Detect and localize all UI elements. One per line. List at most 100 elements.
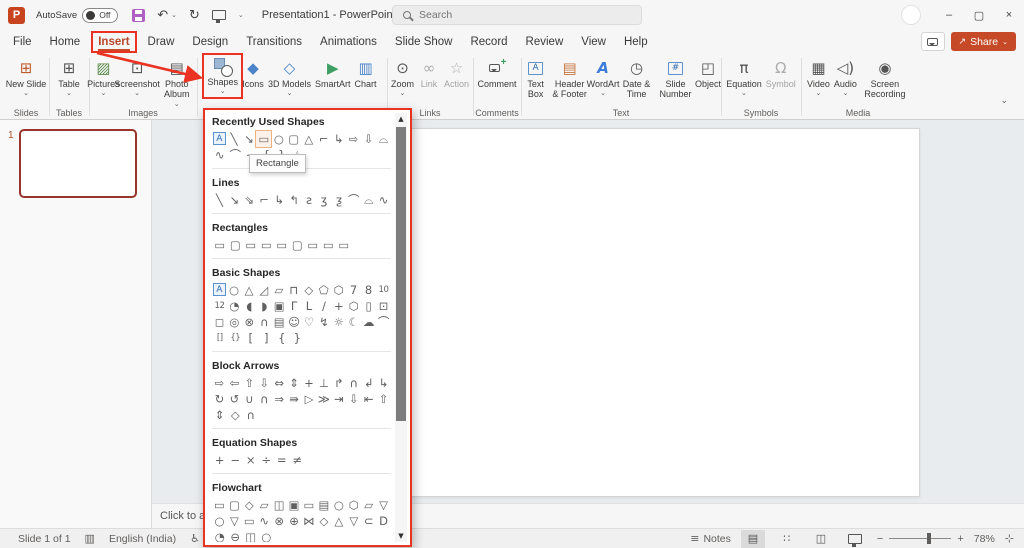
text-box-button[interactable]: AText Box: [522, 57, 549, 100]
minimize-button[interactable]: –: [934, 0, 964, 30]
shape-cell[interactable]: ⊂: [361, 513, 376, 529]
tab-animations[interactable]: Animations: [315, 33, 382, 51]
shape-cell[interactable]: ⊖: [228, 529, 244, 542]
icons-button[interactable]: ◆Icons: [241, 57, 265, 89]
scrollbar-thumb[interactable]: [396, 127, 406, 421]
shape-cell[interactable]: ☾: [346, 314, 361, 330]
search-input[interactable]: [419, 9, 619, 21]
shape-cell[interactable]: ▢: [290, 237, 306, 253]
shape-cell[interactable]: ⇨: [212, 375, 227, 391]
shape-cell[interactable]: ⇦: [227, 375, 242, 391]
shape-cell[interactable]: ○: [212, 513, 227, 529]
shape-cell[interactable]: A: [213, 132, 226, 145]
shape-cell[interactable]: ⬡: [346, 298, 361, 314]
zoom-slider[interactable]: − +: [877, 533, 964, 545]
shape-cell[interactable]: +: [212, 452, 228, 468]
shape-cell[interactable]: ▢: [228, 237, 244, 253]
shape-cell[interactable]: ▱: [257, 497, 272, 513]
shape-cell[interactable]: ↳: [376, 375, 391, 391]
shape-cell[interactable]: ⬡: [346, 497, 361, 513]
shape-cell[interactable]: Γ: [287, 298, 302, 314]
shape-cell[interactable]: ↺: [227, 391, 242, 407]
shape-cell[interactable]: ▢: [227, 497, 242, 513]
zoom-track[interactable]: [889, 538, 951, 539]
shape-cell[interactable]: L: [302, 298, 317, 314]
shape-cell[interactable]: ∿: [212, 147, 228, 163]
shape-cell[interactable]: ⇥: [331, 391, 346, 407]
tab-transitions[interactable]: Transitions: [241, 33, 307, 51]
share-button[interactable]: ↗ Share ⌄: [951, 32, 1016, 51]
shape-cell[interactable]: ⇛: [287, 391, 302, 407]
shape-cell[interactable]: ⊗: [242, 314, 257, 330]
shape-cell[interactable]: ≠: [290, 452, 306, 468]
shape-cell[interactable]: ▭: [256, 131, 271, 147]
shape-cell[interactable]: ▭: [259, 237, 275, 253]
zoom-level[interactable]: 78%: [974, 533, 995, 545]
shape-cell[interactable]: ◔: [212, 529, 228, 542]
shape-cell[interactable]: ▭: [212, 237, 228, 253]
zoom-button[interactable]: ⊙Zoom⌄: [390, 57, 415, 97]
shape-cell[interactable]: ⌒: [228, 147, 244, 163]
collapse-ribbon-icon[interactable]: ⌄: [1000, 96, 1008, 106]
shape-cell[interactable]: ▭: [242, 513, 257, 529]
shape-cell[interactable]: ◿: [256, 282, 271, 298]
shape-cell[interactable]: ▯: [361, 298, 376, 314]
redo-icon[interactable]: ↻: [189, 8, 200, 23]
shape-cell[interactable]: ▽: [227, 513, 242, 529]
fit-to-window-icon[interactable]: ⊹: [1005, 532, 1014, 545]
shape-cell[interactable]: ⋈: [302, 513, 317, 529]
shape-cell[interactable]: ◇: [242, 497, 257, 513]
shape-cell[interactable]: ⇘: [242, 192, 257, 208]
shape-cell[interactable]: 12: [212, 298, 227, 314]
close-button[interactable]: ×: [994, 0, 1024, 30]
shape-cell[interactable]: ⇧: [376, 391, 391, 407]
shape-cell[interactable]: ↲: [361, 375, 376, 391]
photo-album-button[interactable]: ▤Photo Album⌄: [157, 57, 196, 108]
video-button[interactable]: ▦Video⌄: [806, 57, 831, 97]
object-button[interactable]: ◰Object: [696, 57, 720, 89]
tab-view[interactable]: View: [576, 33, 611, 51]
audio-button[interactable]: ◁)Audio⌄: [833, 57, 858, 97]
shape-cell[interactable]: ⇕: [287, 375, 302, 391]
shape-cell[interactable]: A: [213, 283, 226, 296]
customize-toolbar-icon[interactable]: ⌄: [238, 11, 244, 19]
search-box[interactable]: [392, 5, 642, 25]
restore-button[interactable]: ▢: [964, 0, 994, 30]
slide-thumbnail[interactable]: [19, 129, 137, 198]
shape-cell[interactable]: △: [301, 131, 316, 147]
shape-cell[interactable]: ↰: [287, 192, 302, 208]
smartart-button[interactable]: ▶SmartArt: [314, 57, 352, 89]
shape-cell[interactable]: ◇: [301, 282, 316, 298]
display-settings-icon[interactable]: ▥: [85, 532, 95, 545]
tab-review[interactable]: Review: [521, 33, 569, 51]
slide-number-button[interactable]: #Slide Number: [657, 57, 694, 100]
shape-cell[interactable]: ∪: [242, 391, 257, 407]
scroll-down-icon[interactable]: ▼: [395, 530, 407, 542]
shape-cell[interactable]: ∿: [257, 513, 272, 529]
shape-cell[interactable]: ◫: [243, 529, 259, 542]
shape-cell[interactable]: ▱: [361, 497, 376, 513]
3d-models-button[interactable]: ◇3D Models⌄: [267, 57, 312, 97]
menu-scrollbar[interactable]: ▲ ▼: [395, 113, 407, 542]
shape-cell[interactable]: ▭: [274, 237, 290, 253]
shape-cell[interactable]: ʒ: [316, 192, 331, 208]
autosave-toggle[interactable]: Off: [82, 8, 118, 23]
comments-pane-button[interactable]: [921, 32, 945, 51]
shape-cell[interactable]: ⇔: [272, 375, 287, 391]
screenshot-button[interactable]: ⊡Screenshot⌄: [119, 57, 156, 97]
tab-home[interactable]: Home: [45, 33, 86, 51]
shape-cell[interactable]: ⌓: [376, 131, 391, 147]
shape-cell[interactable]: ƨ: [302, 192, 317, 208]
shape-cell[interactable]: ▱: [271, 282, 286, 298]
reading-view-button[interactable]: ◫: [809, 530, 833, 548]
notes-toggle-button[interactable]: ≡ Notes: [690, 532, 731, 545]
tab-file[interactable]: File: [8, 33, 37, 51]
shape-cell[interactable]: ⊗: [272, 513, 287, 529]
shape-cell[interactable]: {: [274, 330, 290, 346]
shape-cell[interactable]: △: [331, 513, 346, 529]
shape-cell[interactable]: ⇩: [361, 131, 376, 147]
shape-cell[interactable]: ↱: [331, 375, 346, 391]
shape-cell[interactable]: ≫: [316, 391, 331, 407]
shape-cell[interactable]: ↳: [331, 131, 346, 147]
shape-cell[interactable]: ▣: [287, 497, 302, 513]
